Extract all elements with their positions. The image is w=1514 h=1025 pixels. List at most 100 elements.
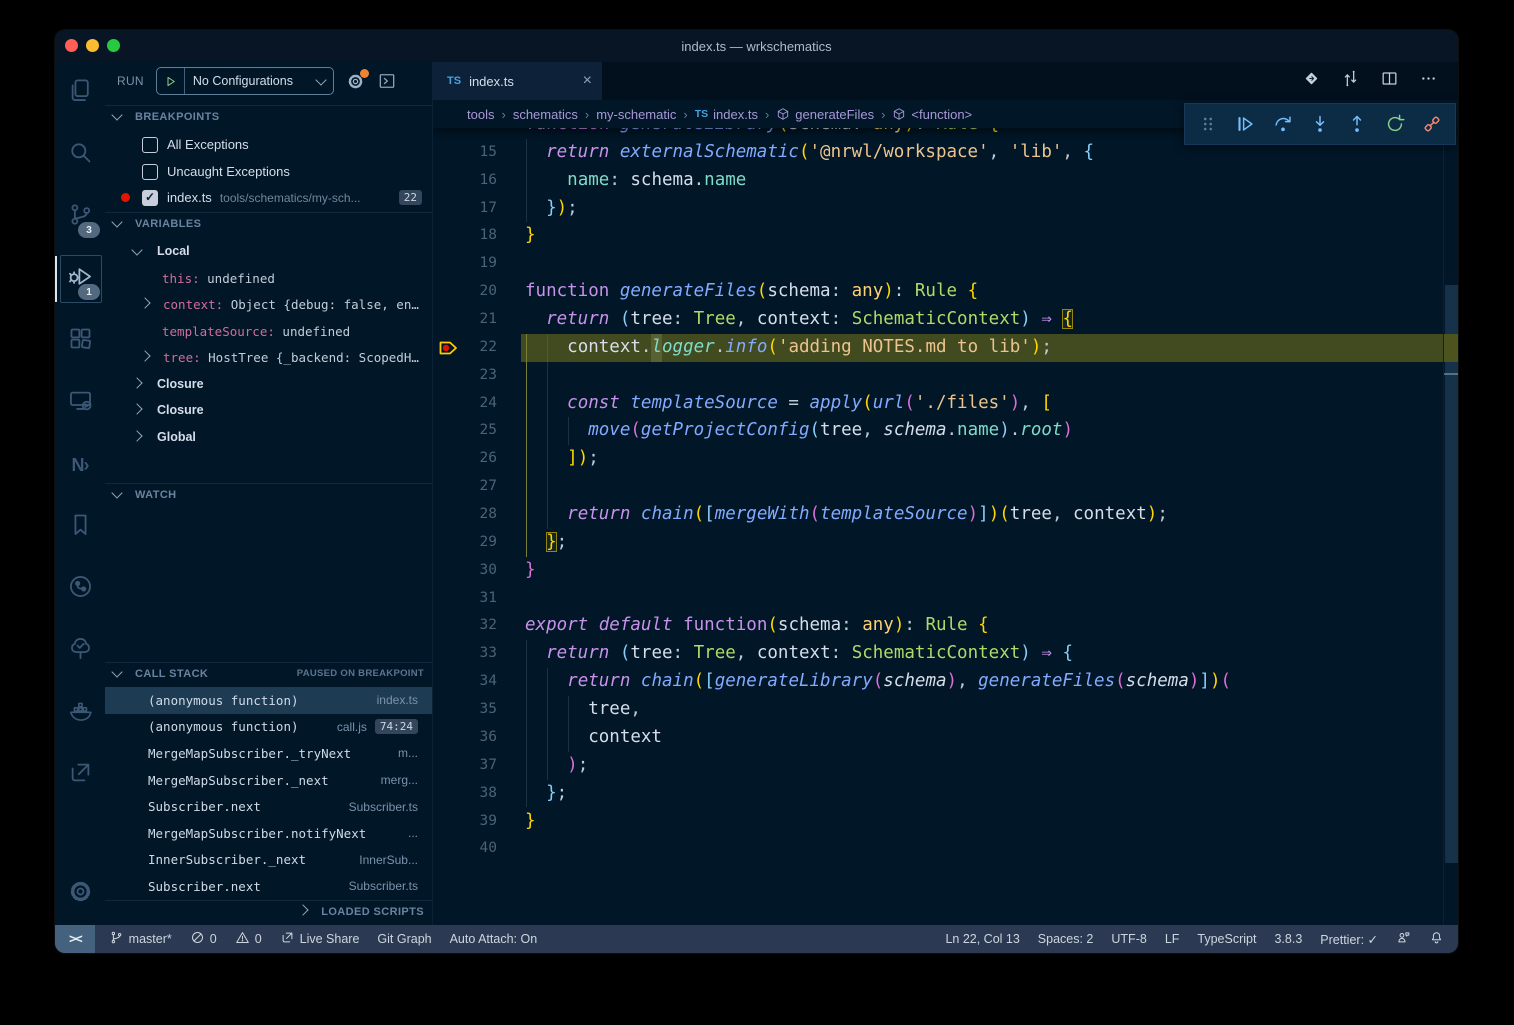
code-line-18[interactable]: 18}: [433, 222, 1458, 250]
breadcrumb-item-generatefiles[interactable]: generateFiles: [776, 107, 874, 122]
code-line-33[interactable]: 33 return (tree: Tree, context: Schemati…: [433, 640, 1458, 668]
call-stack-frame[interactable]: MergeMapSubscriber._nextmerg...: [105, 767, 432, 794]
code-line-35[interactable]: 35 tree,: [433, 696, 1458, 724]
call-stack-frame[interactable]: InnerSubscriber._nextInnerSub...: [105, 847, 432, 874]
code-line-25[interactable]: 25 move(getProjectConfig(tree, schema.na…: [433, 417, 1458, 445]
open-debug-console-button[interactable]: [377, 71, 397, 91]
status-ln-22-col-13[interactable]: Ln 22, Col 13: [945, 932, 1019, 946]
code-line-20[interactable]: 20function generateFiles(schema: any): R…: [433, 278, 1458, 306]
scope-closure[interactable]: Closure: [105, 371, 432, 398]
remote-indicator[interactable]: ><: [55, 925, 95, 953]
section-header-variables[interactable]: VARIABLES: [105, 212, 432, 234]
activity-extensions[interactable]: [55, 310, 105, 372]
minimize-window-button[interactable]: [86, 39, 99, 52]
code-line-23[interactable]: 23: [433, 362, 1458, 390]
section-header-breakpoints[interactable]: BREAKPOINTS: [105, 105, 432, 127]
zoom-window-button[interactable]: [107, 39, 120, 52]
activity-remote-explorer[interactable]: [55, 372, 105, 434]
code-line-16[interactable]: 16 name: schema.name: [433, 167, 1458, 195]
call-stack-frame[interactable]: MergeMapSubscriber.notifyNext...: [105, 820, 432, 847]
continue-button[interactable]: [1230, 109, 1260, 139]
editor-scrollbar[interactable]: [1443, 128, 1458, 925]
split-editor-icon[interactable]: [1380, 69, 1399, 93]
variable-templatesource[interactable]: templateSource: undefined: [105, 318, 432, 345]
status-0[interactable]: 0: [190, 930, 217, 948]
code-line-40[interactable]: 40: [433, 835, 1458, 863]
section-header-call-stack[interactable]: CALL STACKPAUSED ON BREAKPOINT: [105, 662, 432, 684]
status-master-[interactable]: master*: [109, 930, 172, 948]
open-changes-icon[interactable]: [1302, 69, 1321, 93]
code-line-39[interactable]: 39}: [433, 808, 1458, 836]
code-line-31[interactable]: 31: [433, 585, 1458, 613]
breakpoint-row-index-ts[interactable]: ✓index.tstools/schematics/my-sch...22: [105, 184, 432, 211]
code-line-38[interactable]: 38 };: [433, 780, 1458, 808]
status-auto-attach-on[interactable]: Auto Attach: On: [450, 932, 538, 946]
variable-tree[interactable]: tree: HostTree {_backend: ScopedH…: [105, 344, 432, 371]
breadcrumb-item-tools[interactable]: tools: [467, 107, 494, 122]
breakpoint-row-all-exceptions[interactable]: All Exceptions: [105, 131, 432, 158]
code-line-27[interactable]: 27: [433, 473, 1458, 501]
close-window-button[interactable]: [65, 39, 78, 52]
variable-context[interactable]: context: Object {debug: false, en…: [105, 291, 432, 318]
code-line-21[interactable]: 21 return (tree: Tree, context: Schemati…: [433, 306, 1458, 334]
status-prettier-[interactable]: Prettier: ✓: [1320, 932, 1378, 947]
status-utf-8[interactable]: UTF-8: [1111, 932, 1146, 946]
call-stack-frame[interactable]: Subscriber.nextSubscriber.ts: [105, 793, 432, 820]
activity-search[interactable]: [55, 124, 105, 186]
code-line-34[interactable]: 34 return chain([generateLibrary(schema)…: [433, 668, 1458, 696]
call-stack-frame[interactable]: Subscriber.nextSubscriber.ts: [105, 873, 432, 900]
code-line-36[interactable]: 36 context: [433, 724, 1458, 752]
breadcrumb-item-my-schematic[interactable]: my-schematic: [596, 107, 676, 122]
activity-test-explorer[interactable]: [55, 620, 105, 682]
breakpoint-checkbox[interactable]: [142, 137, 158, 153]
status-feedback[interactable]: [1396, 930, 1411, 948]
breakpoint-checkbox[interactable]: ✓: [142, 190, 158, 206]
activity-live-share[interactable]: [55, 744, 105, 806]
more-actions-icon[interactable]: [1419, 69, 1438, 93]
code-line-28[interactable]: 28 return chain([mergeWith(templateSourc…: [433, 501, 1458, 529]
section-header-loaded-scripts[interactable]: LOADED SCRIPTS: [105, 900, 432, 922]
breakpoint-row-uncaught-exceptions[interactable]: Uncaught Exceptions: [105, 158, 432, 185]
drag-grip-button[interactable]: [1193, 109, 1223, 139]
scope-local[interactable]: Local: [105, 238, 432, 265]
compare-changes-icon[interactable]: [1341, 69, 1360, 93]
variable-this[interactable]: this: undefined: [105, 265, 432, 292]
code-line-26[interactable]: 26 ]);: [433, 445, 1458, 473]
step-over-button[interactable]: [1268, 109, 1298, 139]
status-0[interactable]: 0: [235, 930, 262, 948]
code-line-30[interactable]: 30}: [433, 557, 1458, 585]
status-spaces-2[interactable]: Spaces: 2: [1038, 932, 1094, 946]
scope-global[interactable]: Global: [105, 424, 432, 451]
breadcrumb-item--function-[interactable]: <function>: [892, 107, 972, 122]
call-stack-frame[interactable]: MergeMapSubscriber._tryNextm...: [105, 740, 432, 767]
status-lf[interactable]: LF: [1165, 932, 1180, 946]
activity-explorer[interactable]: [55, 62, 105, 124]
tab-index-ts[interactable]: TS index.ts ×: [433, 62, 602, 100]
activity-source-control[interactable]: 3: [55, 186, 105, 248]
activity-settings[interactable]: [55, 863, 105, 925]
activity-nx-console[interactable]: N›: [55, 434, 105, 496]
start-debug-icon[interactable]: [157, 68, 185, 94]
code-line-19[interactable]: 19: [433, 250, 1458, 278]
breakpoint-checkbox[interactable]: [142, 164, 158, 180]
disconnect-button[interactable]: [1417, 109, 1447, 139]
status-live-share[interactable]: Live Share: [280, 930, 360, 948]
activity-bookmarks[interactable]: [55, 496, 105, 558]
configure-gear-button[interactable]: [346, 72, 365, 91]
close-tab-icon[interactable]: ×: [583, 72, 592, 90]
call-stack-frame[interactable]: (anonymous function)index.ts: [105, 687, 432, 714]
activity-run-debug[interactable]: 1: [55, 248, 105, 310]
activity-git-graph-circle[interactable]: [55, 558, 105, 620]
scope-closure[interactable]: Closure: [105, 397, 432, 424]
step-into-button[interactable]: [1305, 109, 1335, 139]
code-line-17[interactable]: 17 });: [433, 195, 1458, 223]
code-area[interactable]: 14function generateLibrary(schema: any):…: [433, 62, 1458, 925]
breadcrumb-item-index-ts[interactable]: TSindex.ts: [695, 107, 758, 122]
code-line-29[interactable]: 29 };: [433, 529, 1458, 557]
breadcrumb-item-schematics[interactable]: schematics: [513, 107, 578, 122]
code-line-22[interactable]: 22 context.logger.info('adding NOTES.md …: [433, 334, 1458, 362]
code-line-37[interactable]: 37 );: [433, 752, 1458, 780]
scrollbar-slider[interactable]: [1445, 285, 1458, 863]
call-stack-frame[interactable]: (anonymous function)call.js74:24: [105, 714, 432, 741]
status-bell[interactable]: [1429, 930, 1444, 948]
